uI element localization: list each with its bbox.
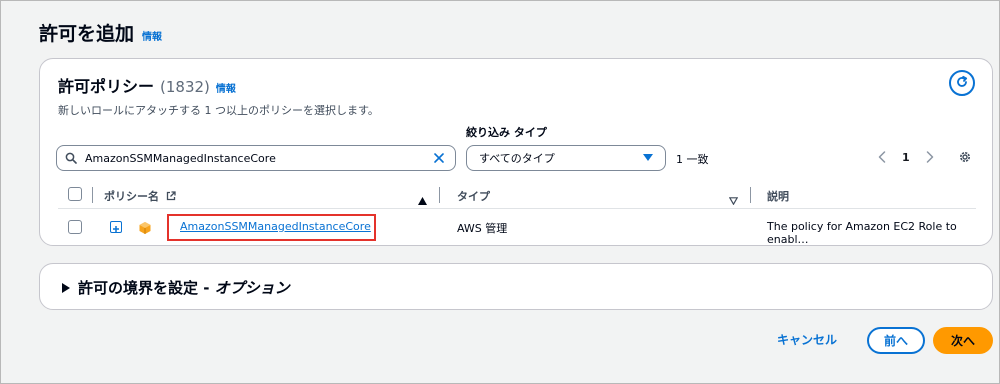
policy-search [56,145,456,171]
panel-description: 新しいロールにアタッチする 1 つ以上のポリシーを選択します。 [58,104,379,117]
external-link-icon [166,190,176,204]
table-header: ポリシー名 タイプ 説明 [58,181,976,209]
permissions-policies-panel: 許可ポリシー (1832) 情報 新しいロールにアタッチする 1 つ以上のポリシ… [39,58,993,246]
close-icon [433,149,445,168]
search-icon [65,149,77,168]
page-info-link[interactable]: 情報 [142,28,162,43]
expand-row-button[interactable] [110,221,122,233]
policy-type: AWS 管理 [457,222,508,235]
column-header-description[interactable]: 説明 [767,188,789,204]
cancel-button[interactable]: キャンセル [777,331,837,348]
select-all-checkbox[interactable] [68,187,82,201]
column-header-policy-name[interactable]: ポリシー名 [104,188,176,204]
permissions-boundary-label: 許可の境界を設定 - オプション [78,277,290,298]
next-page-button[interactable] [924,149,936,165]
type-filter-select[interactable]: すべてのタイプ [466,145,666,171]
page-header: 許可を追加 情報 [39,19,162,46]
previous-button[interactable]: 前へ [867,327,925,354]
next-button[interactable]: 次へ [933,327,993,354]
caret-right-icon [62,278,70,297]
permissions-boundary-toggle[interactable]: 許可の境界を設定 - オプション [62,277,290,298]
panel-info-link[interactable]: 情報 [216,80,236,95]
highlight-annotation [167,214,376,241]
current-page[interactable]: 1 [902,151,910,164]
column-divider [750,187,751,203]
plus-icon [112,218,120,237]
page-title: 許可を追加 [39,23,135,45]
refresh-button[interactable] [949,70,975,96]
table-settings-button[interactable] [956,149,974,167]
previous-page-button[interactable] [876,149,888,165]
boundary-label-text: 許可の境界を設定 - [78,279,215,297]
policy-count: (1832) [160,78,210,96]
caret-down-icon [643,152,653,165]
column-divider [439,187,440,203]
policy-description: The policy for Amazon EC2 Role to enabl… [767,220,957,246]
panel-header: 許可ポリシー (1832) 情報 [58,73,236,97]
match-count: 1 一致 [676,153,709,166]
column-header-type[interactable]: タイプ [457,188,490,204]
aws-managed-policy-icon [138,220,152,239]
sort-icon[interactable] [728,190,739,209]
clear-search-button[interactable] [431,150,447,166]
sort-ascending-icon[interactable] [418,190,427,209]
panel-title: 許可ポリシー [58,77,155,96]
row-select-checkbox[interactable] [68,220,82,234]
search-input[interactable] [85,148,431,168]
type-filter-value: すべてのタイプ [479,152,555,165]
permissions-boundary-panel: 許可の境界を設定 - オプション [39,263,993,310]
optional-label: オプション [214,279,290,297]
refresh-icon [955,74,969,93]
gear-icon [958,149,972,168]
column-divider [92,187,93,203]
table-row: AmazonSSMManagedInstanceCore AWS 管理 The … [58,211,976,246]
window: 許可を追加 情報 許可ポリシー (1832) 情報 新しいロールにアタッチする … [0,0,1000,384]
filter-type-label: 絞り込み タイプ [466,126,547,139]
column-header-label: ポリシー名 [104,190,159,203]
pagination: 1 [876,149,936,165]
